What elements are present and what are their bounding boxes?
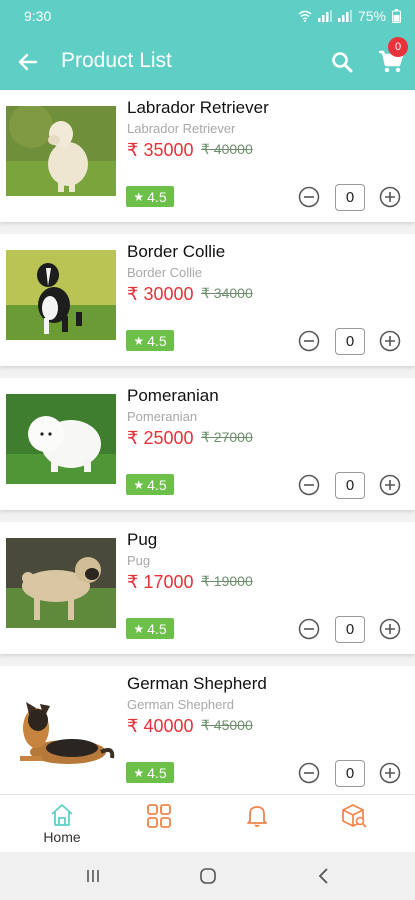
back-button[interactable]	[14, 48, 42, 76]
bell-icon	[247, 806, 267, 827]
rating-badge: ★ 4.5	[126, 762, 174, 783]
rating-badge: ★ 4.5	[126, 330, 174, 351]
system-nav-bar	[0, 852, 415, 900]
minus-circle-icon[interactable]	[298, 186, 320, 208]
quantity-field[interactable]: 0	[335, 760, 365, 787]
star-icon: ★	[133, 765, 145, 780]
product-name: Border Collie	[127, 242, 226, 261]
product-breed: Pomeranian	[127, 409, 198, 424]
rating-value: 4.5	[147, 476, 167, 493]
nav-home[interactable]: Home	[32, 803, 92, 851]
product-original-price: ₹ 40000	[201, 141, 253, 157]
plus-circle-icon[interactable]	[379, 474, 401, 496]
product-card[interactable]: Pomeranian Pomeranian ₹ 25000 ₹ 27000 ★ 4…	[0, 378, 415, 510]
app-bar: Product List	[0, 34, 415, 90]
search-icon	[332, 52, 353, 73]
quantity-field[interactable]: 0	[335, 328, 365, 355]
product-image-pomeranian	[6, 394, 116, 484]
product-original-price: ₹ 45000	[201, 717, 253, 733]
product-price: ₹ 17000	[127, 572, 194, 592]
status-icons: 75%	[298, 8, 401, 24]
rating-badge: ★ 4.5	[126, 474, 174, 495]
product-price: ₹ 40000	[127, 716, 194, 736]
product-price: ₹ 30000	[127, 284, 194, 304]
star-icon: ★	[133, 477, 145, 492]
product-name: Pomeranian	[127, 386, 219, 405]
search-button[interactable]	[328, 48, 356, 76]
rating-badge: ★ 4.5	[126, 186, 174, 207]
quantity-field[interactable]: 0	[335, 184, 365, 211]
arrow-left-icon	[18, 53, 38, 71]
product-original-price: ₹ 34000	[201, 285, 253, 301]
quantity-field[interactable]: 0	[335, 472, 365, 499]
product-breed: Pug	[127, 553, 151, 568]
rating-value: 4.5	[147, 764, 167, 781]
nav-notifications[interactable]	[227, 803, 287, 851]
plus-circle-icon[interactable]	[379, 618, 401, 640]
wifi-icon	[298, 10, 312, 22]
product-original-price: ₹ 27000	[201, 429, 253, 445]
rating-value: 4.5	[147, 620, 167, 637]
product-breed: German Shepherd	[127, 697, 234, 712]
product-card[interactable]: German Shepherd German Shepherd ₹ 40000 …	[0, 666, 415, 798]
product-price: ₹ 35000	[127, 140, 194, 160]
product-card[interactable]: Pug Pug ₹ 17000 ₹ 19000 ★ 4.5 0	[0, 522, 415, 654]
product-original-price: ₹ 19000	[201, 573, 253, 589]
product-card[interactable]: Labrador Retriever Labrador Retriever ₹ …	[0, 90, 415, 222]
nav-orders[interactable]	[324, 803, 384, 851]
star-icon: ★	[133, 189, 145, 204]
plus-circle-icon[interactable]	[379, 186, 401, 208]
rating-value: 4.5	[147, 332, 167, 349]
home-button-icon[interactable]	[198, 866, 218, 886]
product-name: Labrador Retriever	[127, 98, 269, 117]
signal-icon	[317, 10, 332, 22]
product-card[interactable]: Border Collie Border Collie ₹ 30000 ₹ 34…	[0, 234, 415, 366]
minus-circle-icon[interactable]	[298, 762, 320, 784]
bottom-nav: Home	[0, 794, 415, 852]
cart-count-badge: 0	[388, 37, 408, 57]
product-image-german-shepherd	[6, 682, 116, 772]
plus-circle-icon[interactable]	[379, 762, 401, 784]
product-breed: Border Collie	[127, 265, 203, 280]
nav-home-label: Home	[43, 829, 81, 845]
product-image-pug	[6, 538, 116, 628]
rating-badge: ★ 4.5	[126, 618, 174, 639]
battery-level: 75%	[357, 8, 386, 24]
product-name: German Shepherd	[127, 674, 267, 693]
product-name: Pug	[127, 530, 158, 549]
product-image-border-collie	[6, 250, 116, 340]
star-icon: ★	[133, 621, 145, 636]
star-icon: ★	[133, 333, 145, 348]
product-breed: Labrador Retriever	[127, 121, 236, 136]
status-bar: 9:30 75%	[0, 0, 415, 34]
grid-icon	[147, 804, 171, 828]
battery-icon	[392, 9, 401, 23]
minus-circle-icon[interactable]	[298, 330, 320, 352]
quantity-field[interactable]: 0	[335, 616, 365, 643]
page-title: Product List	[61, 49, 172, 72]
rating-value: 4.5	[147, 188, 167, 205]
status-time: 9:30	[24, 8, 52, 24]
plus-circle-icon[interactable]	[379, 330, 401, 352]
nav-categories[interactable]	[129, 803, 189, 851]
recent-apps-icon[interactable]	[83, 866, 103, 886]
back-nav-icon[interactable]	[314, 866, 334, 886]
minus-circle-icon[interactable]	[298, 474, 320, 496]
home-icon	[51, 804, 73, 826]
signal-icon	[337, 10, 352, 22]
minus-circle-icon[interactable]	[298, 618, 320, 640]
box-search-icon	[342, 804, 367, 828]
product-price: ₹ 25000	[127, 428, 194, 448]
product-image-labrador	[6, 106, 116, 196]
